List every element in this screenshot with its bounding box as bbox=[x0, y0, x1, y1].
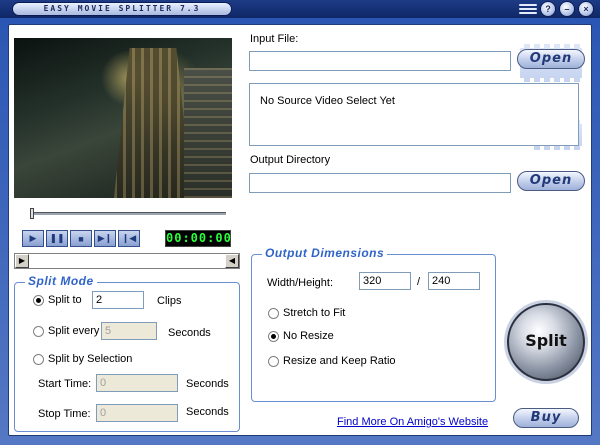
app-window: EASY MOVIE SPLITTER 7.3 ? – × ▶ ❚❚ ■ ▶❙ … bbox=[0, 0, 600, 445]
buy-button[interactable]: Buy bbox=[513, 408, 579, 428]
resize-keep-ratio-option[interactable]: Resize and Keep Ratio bbox=[268, 355, 396, 367]
source-info-text: No Source Video Select Yet bbox=[260, 95, 395, 107]
pause-icon[interactable]: ❚❚ bbox=[46, 230, 68, 247]
split-every-label: Split every bbox=[48, 325, 100, 337]
stop-time-input[interactable]: 0 bbox=[96, 404, 178, 422]
start-time-input[interactable]: 0 bbox=[96, 374, 178, 392]
window-controls: ? – × bbox=[519, 1, 594, 17]
output-directory-field[interactable] bbox=[249, 173, 511, 193]
close-button[interactable]: × bbox=[578, 1, 594, 17]
player-controls: ▶ ❚❚ ■ ▶❙ ❙◀ bbox=[22, 230, 140, 247]
split-by-selection-label: Split by Selection bbox=[48, 353, 133, 365]
dimension-separator: / bbox=[417, 276, 421, 288]
output-dimensions-title: Output Dimensions bbox=[262, 246, 388, 260]
source-info-box: No Source Video Select Yet bbox=[249, 83, 579, 146]
seconds-label: Seconds bbox=[168, 327, 211, 339]
split-to-label: Split to bbox=[48, 294, 82, 306]
no-resize-option[interactable]: No Resize bbox=[268, 330, 334, 342]
window-title: EASY MOVIE SPLITTER 7.3 bbox=[12, 2, 232, 16]
video-preview bbox=[14, 38, 232, 198]
start-time-label: Start Time: bbox=[38, 378, 92, 390]
split-to-radio[interactable] bbox=[33, 294, 44, 306]
resize-keep-ratio-label: Resize and Keep Ratio bbox=[283, 355, 396, 367]
clips-label: Clips bbox=[157, 295, 182, 307]
stop-icon[interactable]: ■ bbox=[70, 230, 92, 247]
split-by-selection-radio[interactable] bbox=[33, 353, 44, 365]
split-mode-title: Split Mode bbox=[25, 274, 97, 288]
next-frame-icon[interactable]: ▶❙ bbox=[94, 230, 116, 247]
input-file-field[interactable] bbox=[249, 51, 511, 71]
width-height-label: Width/Height: bbox=[267, 277, 334, 289]
seek-thumb[interactable] bbox=[30, 208, 34, 219]
output-open-button[interactable]: Open bbox=[517, 171, 585, 191]
split-to-input[interactable]: 2 bbox=[92, 291, 144, 309]
minimize-button[interactable]: – bbox=[559, 1, 575, 17]
input-open-button[interactable]: Open bbox=[517, 49, 585, 69]
stop-seconds-label: Seconds bbox=[186, 406, 229, 418]
stretch-to-fit-option[interactable]: Stretch to Fit bbox=[268, 307, 345, 319]
split-by-selection-option[interactable]: Split by Selection bbox=[33, 353, 132, 365]
stop-time-label: Stop Time: bbox=[38, 408, 91, 420]
split-to-option[interactable]: Split to bbox=[33, 294, 82, 306]
split-every-input[interactable]: 5 bbox=[101, 322, 157, 340]
no-resize-label: No Resize bbox=[283, 330, 334, 342]
help-button[interactable]: ? bbox=[540, 1, 556, 17]
split-label: Split bbox=[525, 331, 567, 350]
input-file-label: Input File: bbox=[250, 33, 299, 45]
height-input[interactable]: 240 bbox=[428, 272, 480, 290]
seek-track[interactable] bbox=[30, 212, 226, 215]
timecode-display: 00:00:00 bbox=[165, 230, 232, 247]
scroll-left-icon[interactable]: ◀ bbox=[225, 254, 239, 268]
output-directory-label: Output Directory bbox=[250, 154, 331, 166]
scroll-right-icon[interactable]: ▶ bbox=[15, 254, 29, 268]
split-every-option[interactable]: Split every bbox=[33, 325, 99, 337]
previous-icon[interactable]: ❙◀ bbox=[118, 230, 140, 247]
split-every-radio[interactable] bbox=[33, 325, 44, 337]
width-input[interactable]: 320 bbox=[359, 272, 411, 290]
website-link[interactable]: Find More On Amigo's Website bbox=[337, 416, 488, 428]
split-button[interactable]: Split bbox=[507, 303, 585, 381]
start-seconds-label: Seconds bbox=[186, 378, 229, 390]
title-bar: EASY MOVIE SPLITTER 7.3 ? – × bbox=[0, 0, 600, 18]
horizontal-scrollbar[interactable]: ▶ ◀ bbox=[14, 253, 240, 269]
stretch-to-fit-label: Stretch to Fit bbox=[283, 307, 346, 319]
stretch-to-fit-radio[interactable] bbox=[268, 307, 279, 319]
menu-icon[interactable] bbox=[519, 1, 537, 17]
resize-keep-ratio-radio[interactable] bbox=[268, 355, 279, 367]
play-icon[interactable]: ▶ bbox=[22, 230, 44, 247]
no-resize-radio[interactable] bbox=[268, 330, 279, 342]
